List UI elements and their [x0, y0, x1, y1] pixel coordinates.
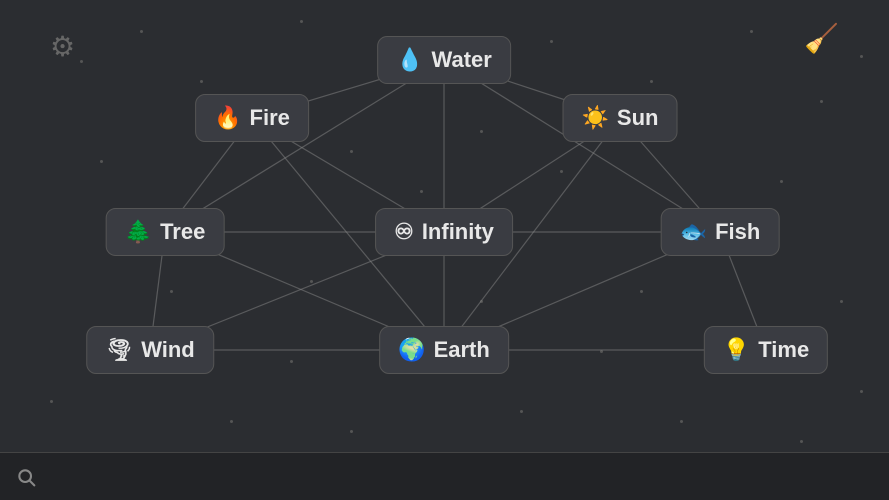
- infinity-label: Infinity: [422, 219, 494, 245]
- star: [640, 290, 643, 293]
- star: [860, 55, 863, 58]
- node-water[interactable]: 💧 Water: [377, 36, 511, 84]
- star: [680, 420, 683, 423]
- fish-label: Fish: [715, 219, 760, 245]
- star: [600, 350, 603, 353]
- sun-emoji: ☀️: [582, 105, 609, 131]
- star: [290, 360, 293, 363]
- earth-emoji: 🌍: [398, 337, 425, 363]
- fish-emoji: 🐟: [680, 219, 707, 245]
- star: [80, 60, 83, 63]
- node-earth[interactable]: 🌍 Earth: [379, 326, 509, 374]
- node-time[interactable]: 💡 Time: [704, 326, 828, 374]
- star: [840, 300, 843, 303]
- time-emoji: 💡: [723, 337, 750, 363]
- star: [230, 420, 233, 423]
- earth-label: Earth: [434, 337, 490, 363]
- star: [800, 440, 803, 443]
- node-fire[interactable]: 🔥 Fire: [195, 94, 309, 142]
- star: [350, 430, 353, 433]
- star: [200, 80, 203, 83]
- star: [780, 180, 783, 183]
- clear-icon[interactable]: 🧹: [804, 22, 839, 55]
- star: [480, 300, 483, 303]
- tree-label: Tree: [160, 219, 205, 245]
- star: [550, 40, 553, 43]
- bottom-bar: [0, 452, 889, 500]
- sun-label: Sun: [617, 105, 659, 131]
- star: [300, 20, 303, 23]
- fire-label: Fire: [250, 105, 290, 131]
- fire-emoji: 🔥: [214, 105, 241, 131]
- star: [750, 30, 753, 33]
- tree-emoji: 🌲: [125, 219, 152, 245]
- line-water-fish: [444, 60, 720, 232]
- infinity-emoji: ♾: [394, 219, 414, 245]
- wind-emoji: 🌪: [105, 337, 133, 363]
- settings-icon[interactable]: ⚙: [50, 30, 75, 63]
- wind-label: Wind: [141, 337, 195, 363]
- water-emoji: 💧: [396, 47, 423, 73]
- star: [480, 130, 483, 133]
- star: [820, 100, 823, 103]
- node-wind[interactable]: 🌪 Wind: [86, 326, 214, 374]
- star: [650, 80, 653, 83]
- node-infinity[interactable]: ♾ Infinity: [375, 208, 513, 256]
- search-icon[interactable]: [16, 467, 36, 487]
- node-tree[interactable]: 🌲 Tree: [106, 208, 225, 256]
- star: [560, 170, 563, 173]
- time-label: Time: [758, 337, 809, 363]
- star: [520, 410, 523, 413]
- star: [50, 400, 53, 403]
- star: [350, 150, 353, 153]
- star: [100, 160, 103, 163]
- node-sun[interactable]: ☀️ Sun: [563, 94, 678, 142]
- star: [420, 190, 423, 193]
- star: [310, 280, 313, 283]
- water-label: Water: [432, 47, 492, 73]
- star: [860, 390, 863, 393]
- star: [170, 290, 173, 293]
- line-water-tree: [165, 60, 444, 232]
- star: [140, 30, 143, 33]
- node-fish[interactable]: 🐟 Fish: [661, 208, 780, 256]
